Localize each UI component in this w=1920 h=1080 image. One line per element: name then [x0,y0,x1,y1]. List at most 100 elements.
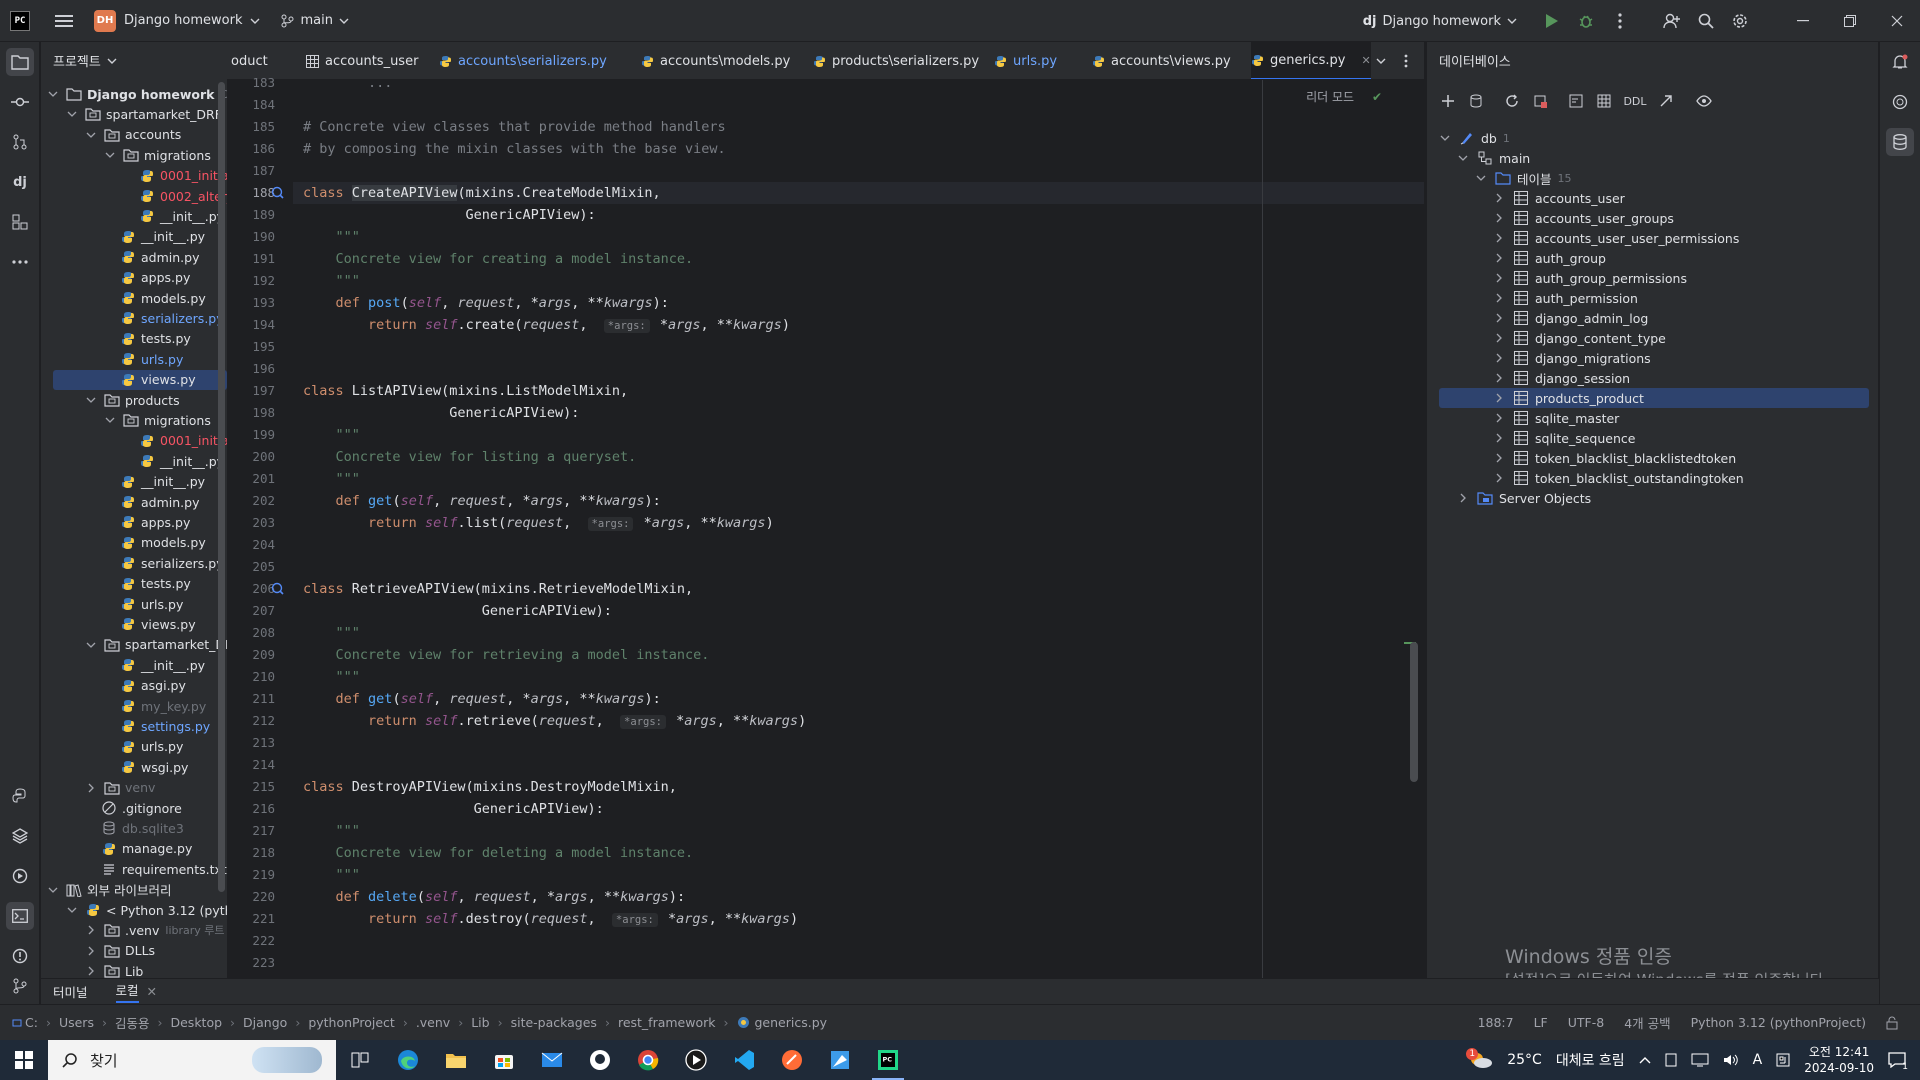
paint-icon[interactable] [816,1040,864,1080]
tables-folder-node[interactable]: 테이블 15 [1473,168,1572,188]
tree-folder[interactable]: < Python 3.12 (python [41,900,227,920]
tree-file[interactable]: admin.py [41,247,199,267]
run-button[interactable] [1535,0,1569,42]
breadcrumb-item[interactable]: Desktop [170,1015,222,1030]
debug-button[interactable] [1569,0,1603,42]
ddl-button[interactable]: DDL [1621,90,1649,112]
chevron-right-icon[interactable] [83,780,99,796]
tree-folder[interactable]: 외부 라이브러리 [41,880,171,900]
code-line[interactable]: """ [293,864,1424,886]
code-line[interactable] [293,534,1424,556]
tree-file[interactable]: my_key.py [41,696,206,716]
code-line[interactable]: """ [293,468,1424,490]
tree-file[interactable]: apps.py [41,268,190,288]
weather-description[interactable]: 대체로 흐림 [1556,1050,1625,1070]
mail-icon[interactable] [528,1040,576,1080]
tree-file[interactable]: 0001_initial.p [41,166,227,186]
breadcrumb-item[interactable]: site-packages [511,1015,597,1030]
chevron-right-icon[interactable] [1491,310,1507,326]
tree-file[interactable]: .gitignore [41,798,182,818]
chevron-down-icon[interactable] [64,106,80,122]
file-encoding[interactable]: UTF-8 [1568,1015,1604,1030]
windows-start-icon[interactable] [0,1040,48,1080]
code-line[interactable]: GenericAPIView): [293,798,1424,820]
vscode-icon[interactable] [720,1040,768,1080]
more-actions-icon[interactable] [1603,0,1637,42]
chevron-down-icon[interactable] [1455,150,1471,166]
tree-folder[interactable]: Django homeworkC:\\U [41,84,227,104]
code-line[interactable] [293,952,1424,974]
tree-file[interactable]: urls.py [41,349,183,369]
db-table-item[interactable]: accounts_user_user_permissions [1491,228,1739,248]
indent-setting[interactable]: 4개 공백 [1624,1013,1670,1032]
close-tab-icon[interactable]: ✕ [1361,54,1370,67]
tree-folder[interactable]: .venv library 루트 [41,920,225,940]
pycharm-taskbar-icon[interactable]: PC [864,1040,912,1080]
chevron-down-icon[interactable] [1437,130,1453,146]
code-line[interactable]: def get(self, request, *args, **kwargs): [293,688,1424,710]
chevron-down-icon[interactable] [83,392,99,408]
weather-cloud-icon[interactable]: 1 [1466,1048,1493,1069]
project-scrollbar[interactable] [218,82,225,892]
editor-scrollbar[interactable] [1410,642,1418,782]
code-line[interactable]: return self.list(request, *args: *args, … [293,512,1424,534]
network-icon[interactable] [1691,1053,1709,1067]
db-table-item[interactable]: django_migrations [1491,348,1651,368]
chevron-right-icon[interactable] [1491,450,1507,466]
code-line[interactable]: return self.create(request, *args: *args… [293,314,1424,336]
code-line[interactable]: """ [293,820,1424,842]
db-table-item[interactable]: auth_group_permissions [1491,268,1687,288]
chevron-right-icon[interactable] [1491,390,1507,406]
code-line[interactable] [293,160,1424,182]
terminal-icon[interactable] [6,902,34,930]
code-line[interactable] [293,94,1424,116]
edge-browser-icon[interactable] [384,1040,432,1080]
breadcrumb-item[interactable]: Lib [471,1015,489,1030]
code-line[interactable]: # Concrete view classes that provide met… [293,116,1424,138]
tree-folder[interactable]: migrations [41,410,211,430]
tree-file[interactable]: __init__.py [41,206,224,226]
tree-file[interactable]: urls.py [41,737,183,757]
editor-tab[interactable]: accounts\models.py [641,42,796,79]
implemented-by-gutter-icon[interactable] [271,582,285,596]
schema-node[interactable]: main [1455,148,1530,168]
tree-folder[interactable]: Lib [41,961,143,978]
tree-file[interactable]: serializers.py [41,553,224,573]
chevron-down-icon[interactable] [102,412,118,428]
code-line[interactable] [293,930,1424,952]
inspection-ok-icon[interactable]: ✔ [1372,90,1382,104]
restore-button[interactable] [1826,0,1873,42]
tree-folder[interactable]: venv [41,778,155,798]
git-icon[interactable] [6,972,34,1000]
code-line[interactable]: Concrete view for deleting a model insta… [293,842,1424,864]
code-line[interactable]: return self.destroy(request, *args: *arg… [293,908,1424,930]
code-line[interactable]: ... [293,80,1424,94]
db-table-item[interactable]: sqlite_sequence [1491,428,1635,448]
tree-folder[interactable]: DLLs [41,941,155,961]
task-view-icon[interactable] [336,1040,384,1080]
code-line[interactable]: # by composing the mixin classes with th… [293,138,1424,160]
tree-file[interactable]: 0002_alter_u [41,186,227,206]
terminal-tab[interactable]: 터미널 [53,982,88,1001]
line-separator[interactable]: LF [1534,1015,1548,1030]
ime-indicator[interactable]: A [1753,1052,1763,1068]
close-window-button[interactable] [1873,0,1920,42]
editor-tab[interactable]: urls.py [994,42,1074,79]
code-line[interactable]: class RetrieveAPIView(mixins.RetrieveMod… [293,578,1424,600]
db-node[interactable]: db 1 [1437,128,1510,148]
disconnect-icon[interactable] [1529,90,1551,112]
code-line[interactable] [293,732,1424,754]
tree-folder[interactable]: spartamarket_DRF [41,635,227,655]
db-table-item[interactable]: token_blacklist_outstandingtoken [1491,468,1744,488]
tree-file[interactable]: settings.py [41,716,210,736]
python-console-icon[interactable] [6,782,34,810]
code-line[interactable]: """ [293,226,1424,248]
tray-app-icon[interactable] [1665,1053,1677,1067]
django-structure-icon[interactable]: dj [6,168,34,196]
breadcrumb-item[interactable]: pythonProject [308,1015,395,1030]
problems-icon[interactable] [6,942,34,970]
tree-file[interactable]: serializers.py [41,308,224,328]
code-line[interactable]: GenericAPIView): [293,204,1424,226]
tree-file[interactable]: urls.py [41,594,183,614]
server-objects-node[interactable]: Server Objects [1455,488,1591,508]
